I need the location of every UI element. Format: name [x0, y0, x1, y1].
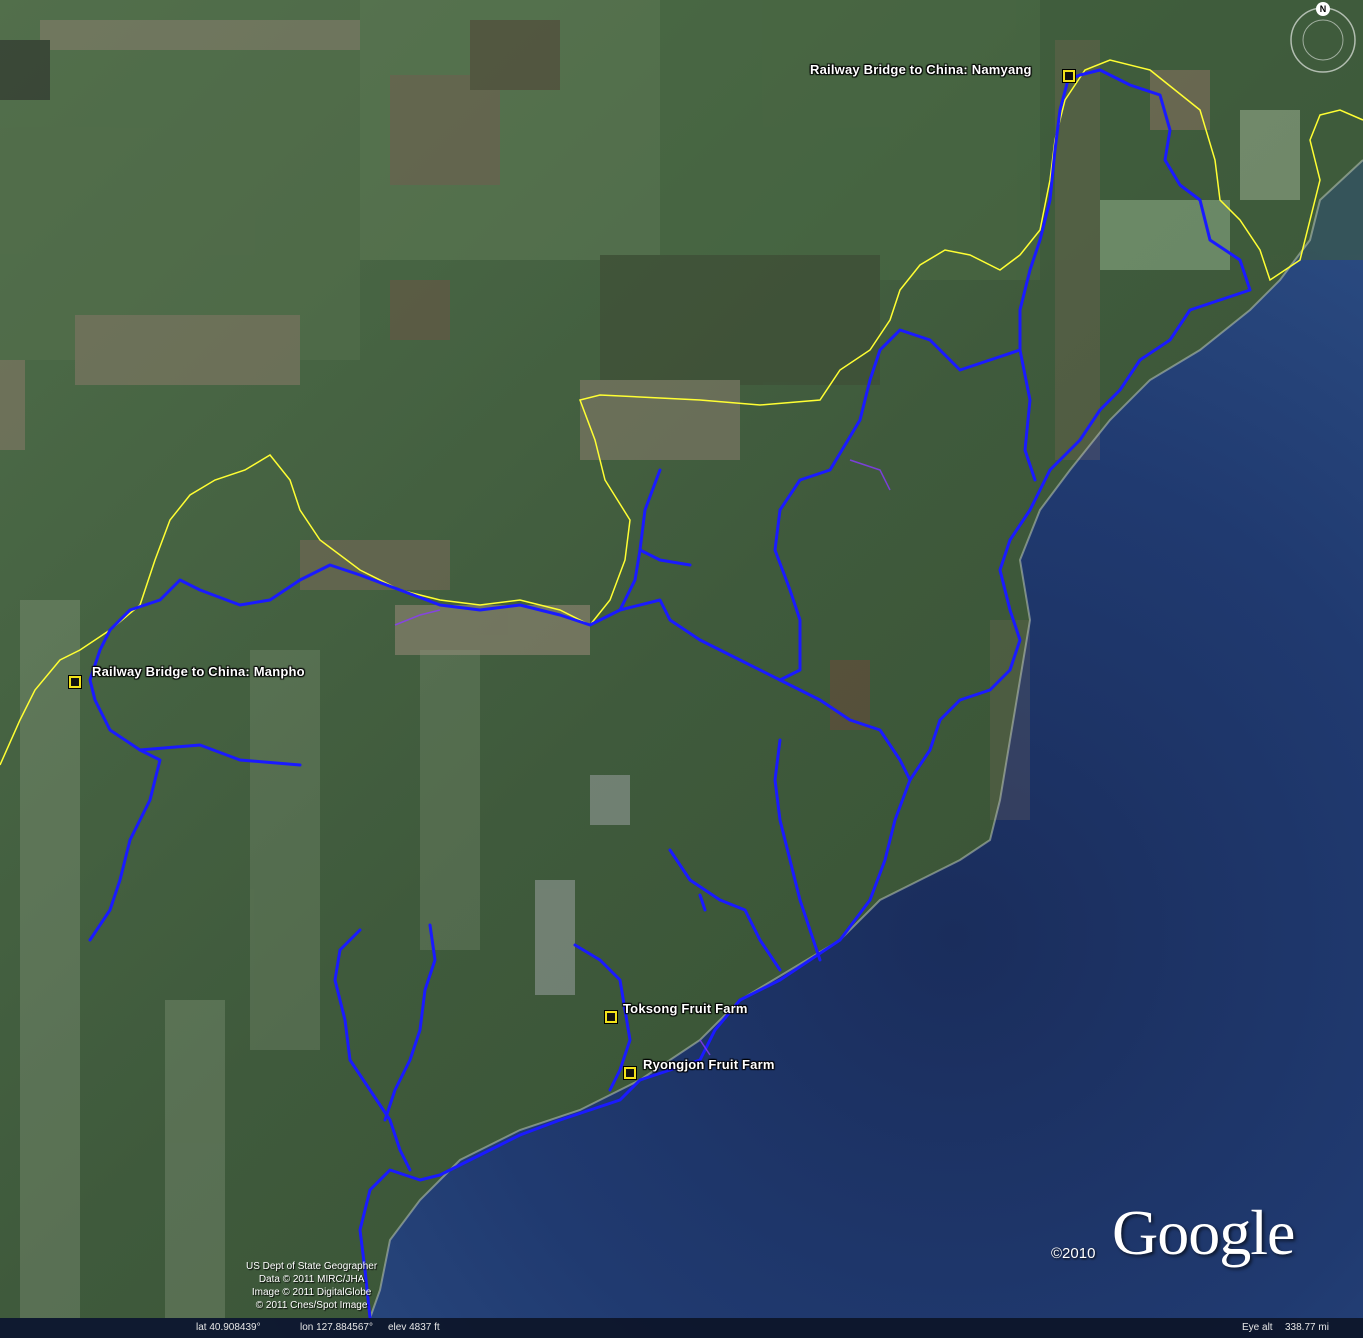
placemark-label-toksong[interactable]: Toksong Fruit Farm: [623, 1001, 748, 1016]
status-eye-alt-label: Eye alt: [1242, 1322, 1273, 1333]
status-latitude: lat 40.908439°: [196, 1322, 261, 1333]
google-logo: Google: [1112, 1197, 1295, 1268]
compass-north-icon[interactable]: N: [1316, 2, 1330, 16]
placemark-icon-manpho[interactable]: [69, 676, 81, 688]
placemark-icon-ryongjon[interactable]: [624, 1067, 636, 1079]
credit-line-3: Image © 2011 DigitalGlobe: [251, 1287, 372, 1298]
status-eye-alt-value: 338.77 mi: [1285, 1322, 1329, 1333]
credit-line-1: US Dept of State Geographer: [246, 1261, 378, 1272]
credit-line-2: Data © 2011 MIRC/JHA: [258, 1274, 365, 1285]
placemark-label-namyang[interactable]: Railway Bridge to China: Namyang: [810, 62, 1032, 77]
placemark-icon-namyang[interactable]: [1063, 70, 1075, 82]
credit-line-4: © 2011 Cnes/Spot Image: [255, 1300, 368, 1311]
status-elevation: elev 4837 ft: [388, 1322, 440, 1333]
placemark-icon-toksong[interactable]: [605, 1011, 617, 1023]
status-longitude: lon 127.884567°: [300, 1322, 373, 1333]
placemark-label-manpho[interactable]: Railway Bridge to China: Manpho: [92, 664, 305, 679]
placemark-label-ryongjon[interactable]: Ryongjon Fruit Farm: [643, 1057, 775, 1072]
imagery-credits: US Dept of State Geographer Data © 2011 …: [246, 1260, 377, 1312]
copyright-year: ©2010: [1051, 1245, 1096, 1262]
status-bar: lat 40.908439° lon 127.884567° elev 4837…: [0, 1318, 1363, 1338]
